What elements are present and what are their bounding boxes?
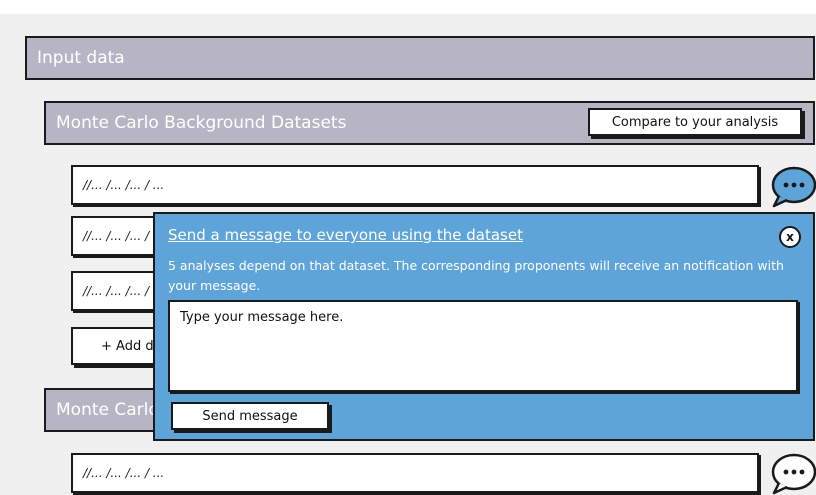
send-message-button[interactable]: Send message (171, 402, 329, 430)
close-icon[interactable]: x (779, 226, 801, 248)
mc-background-title: Monte Carlo Background Datasets (56, 113, 347, 133)
send-message-popup: Send a message to everyone using the dat… (153, 212, 815, 441)
dataset-path-4-text: //... /... /... / ... (83, 466, 165, 480)
dataset-path-4[interactable]: //... /... /... / ... (71, 453, 759, 493)
compare-button-label: Compare to your analysis (611, 114, 779, 130)
input-data-title: Input data (37, 48, 125, 68)
close-icon-glyph: x (786, 230, 794, 244)
message-textarea[interactable] (168, 300, 798, 392)
input-data-header: Input data (25, 36, 815, 80)
dataset-path-1-text: //... /... /... / ... (83, 178, 165, 192)
chat-icon-2[interactable] (769, 451, 816, 495)
popup-title[interactable]: Send a message to everyone using the dat… (168, 226, 523, 244)
compare-button[interactable]: Compare to your analysis (588, 108, 802, 136)
popup-description: 5 analyses depend on that dataset. The c… (168, 258, 784, 293)
chat-icon[interactable] (769, 164, 816, 208)
send-message-label: Send message (202, 408, 298, 424)
dataset-path-1[interactable]: //... /... /... / ... (71, 165, 759, 205)
